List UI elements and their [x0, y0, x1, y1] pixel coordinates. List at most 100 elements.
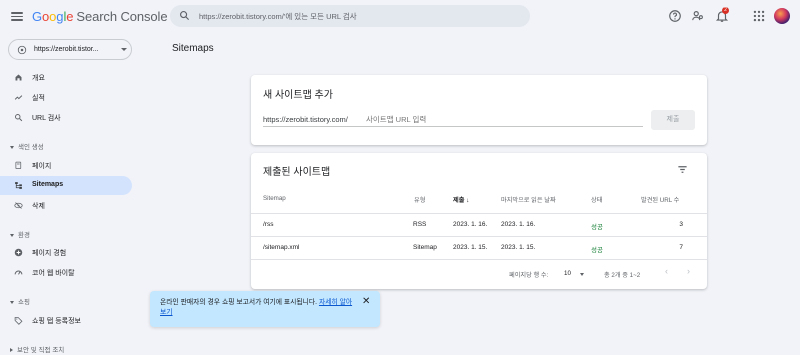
toast-text: 온라인 판매자의 경우 쇼핑 보고서가 여기에 표시됩니다.: [160, 299, 318, 306]
cell-last-read: 2023. 1. 16.: [501, 221, 536, 228]
chevron-left-icon[interactable]: ‹: [665, 266, 668, 276]
card-title: 제출된 사이트맵: [263, 167, 331, 178]
sidebar-item-shopping-tab[interactable]: 쇼핑 탭 등록정보: [0, 311, 132, 330]
menu-icon[interactable]: [11, 10, 23, 22]
sidebar-item-core-web-vitals[interactable]: 코어 웹 바이탈: [0, 263, 132, 282]
section-experience[interactable]: 환경: [10, 229, 30, 239]
globe-icon: [17, 45, 27, 55]
column-header-status[interactable]: 상태: [591, 195, 602, 204]
cell-status: 성공: [591, 247, 603, 254]
rows-per-page-label: 페이지당 행 수:: [509, 272, 549, 279]
property-name: https://zerobit.tistor...: [34, 46, 99, 53]
range-label: 총 2개 중 1~2: [604, 272, 641, 279]
column-header-last-read[interactable]: 마지막으로 읽은 날짜: [501, 195, 556, 204]
sidebar-item-label: 페이지: [32, 163, 52, 170]
column-header-submitted[interactable]: 제출 ↓: [453, 195, 469, 204]
sidebar-item-overview[interactable]: 개요: [0, 68, 132, 87]
cell-status: 성공: [591, 224, 603, 231]
logo-letter: e: [66, 9, 74, 24]
column-header-type[interactable]: 유형: [414, 195, 425, 204]
speed-icon: [14, 270, 23, 275]
avatar[interactable]: [774, 8, 790, 24]
sitemap-url-input[interactable]: [366, 115, 641, 124]
app-logo[interactable]: Google Search Console: [32, 9, 168, 24]
product-name: Search Console: [76, 9, 168, 24]
section-label: 보안 및 직접 조치: [17, 347, 65, 354]
chevron-down-icon: [121, 48, 127, 51]
search-placeholder: https://zerobit.tistory.com/'에 있는 모든 URL…: [199, 12, 357, 21]
card-title: 새 사이트맵 추가: [263, 90, 333, 101]
url-prefix: https://zerobit.tistory.com/: [263, 115, 348, 124]
filter-icon[interactable]: [677, 164, 688, 175]
close-icon[interactable]: ✕: [362, 296, 370, 307]
divider: [251, 213, 707, 214]
rows-per-page-select[interactable]: 10: [564, 270, 571, 277]
removal-icon: [14, 202, 23, 209]
sidebar-item-label: 페이지 경험: [32, 250, 67, 257]
logo-letter: G: [32, 9, 43, 24]
sidebar-item-label: 개요: [32, 75, 45, 82]
column-header-label: 제출: [453, 197, 465, 204]
section-index[interactable]: 색인 생성: [10, 141, 44, 151]
trending-icon: [14, 95, 23, 100]
caret-down-icon: [10, 300, 14, 304]
cell-submitted: 2023. 1. 15.: [453, 244, 488, 251]
caret-right-icon: [10, 348, 13, 353]
arrow-down-icon: ↓: [466, 197, 470, 204]
manage-users-icon[interactable]: [691, 9, 705, 23]
cell-last-read: 2023. 1. 15.: [501, 244, 536, 251]
pages-icon: [15, 161, 22, 169]
chevron-right-icon[interactable]: ›: [687, 266, 690, 276]
sidebar-item-pages[interactable]: 페이지: [0, 156, 132, 175]
section-label: 환경: [18, 232, 30, 239]
notification-badge: 2: [722, 7, 729, 14]
sidebar-item-performance[interactable]: 실적: [0, 88, 132, 107]
toast-message: 온라인 판매자의 경우 쇼핑 보고서가 여기에 표시됩니다. 자세히 알아보기: [160, 298, 355, 318]
plus-circle-icon: [14, 248, 23, 257]
submitted-sitemaps-card: 제출된 사이트맵 Sitemap 유형 제출 ↓ 마지막으로 읽은 날짜 상태 …: [251, 153, 707, 289]
cell-submitted: 2023. 1. 16.: [453, 221, 488, 228]
sidebar-item-label: URL 검사: [32, 115, 61, 122]
column-header-sitemap[interactable]: Sitemap: [263, 195, 286, 202]
sidebar-item-label: 코어 웹 바이탈: [32, 270, 75, 277]
tag-icon: [14, 317, 23, 325]
top-app-bar: Google Search Console https://zerobit.tis…: [0, 0, 800, 34]
input-underline: [263, 126, 643, 127]
caret-down-icon: [10, 233, 14, 237]
search-icon: [180, 11, 190, 21]
cell-sitemap: /sitemap.xml: [263, 244, 300, 251]
divider: [251, 259, 707, 260]
shopping-info-toast: 온라인 판매자의 경우 쇼핑 보고서가 여기에 표시됩니다. 자세히 알아보기 …: [150, 291, 380, 327]
submit-button[interactable]: 제출: [651, 110, 695, 130]
sidebar-item-page-experience[interactable]: 페이지 경험: [0, 243, 132, 262]
sidebar-item-removals[interactable]: 삭제: [0, 196, 132, 215]
help-icon[interactable]: [668, 9, 682, 23]
page-title: Sitemaps: [172, 43, 214, 54]
caret-down-icon: [10, 145, 14, 149]
property-selector[interactable]: https://zerobit.tistor...: [8, 39, 132, 60]
sidebar-item-label: 쇼핑 탭 등록정보: [32, 318, 81, 325]
cell-type: Sitemap: [413, 244, 437, 251]
section-label: 색인 생성: [18, 144, 44, 151]
column-header-urls[interactable]: 발견된 URL 수: [641, 195, 679, 204]
chevron-down-icon[interactable]: [580, 273, 584, 276]
search-icon: [15, 114, 23, 122]
sidebar-item-url-inspection[interactable]: URL 검사: [0, 108, 132, 127]
section-label: 쇼핑: [18, 299, 30, 306]
sidebar-item-sitemaps[interactable]: Sitemaps: [0, 176, 132, 195]
section-shopping[interactable]: 쇼핑: [10, 296, 30, 306]
sidebar-item-label: Sitemaps: [32, 181, 64, 188]
divider: [251, 236, 707, 237]
home-icon: [15, 74, 22, 81]
sitemap-icon: [15, 182, 22, 189]
section-security[interactable]: 보안 및 직접 조치: [10, 344, 64, 354]
sidebar-item-label: 삭제: [32, 203, 45, 210]
add-sitemap-card: 새 사이트맵 추가 https://zerobit.tistory.com/ 제…: [251, 75, 707, 145]
cell-urls: 3: [679, 221, 683, 228]
cell-type: RSS: [413, 221, 427, 228]
sidebar-item-label: 실적: [32, 95, 45, 102]
apps-grid-icon[interactable]: [752, 9, 766, 23]
cell-sitemap: /rss: [263, 221, 274, 228]
url-inspection-search[interactable]: https://zerobit.tistory.com/'에 있는 모든 URL…: [170, 5, 530, 27]
cell-urls: 7: [679, 244, 683, 251]
